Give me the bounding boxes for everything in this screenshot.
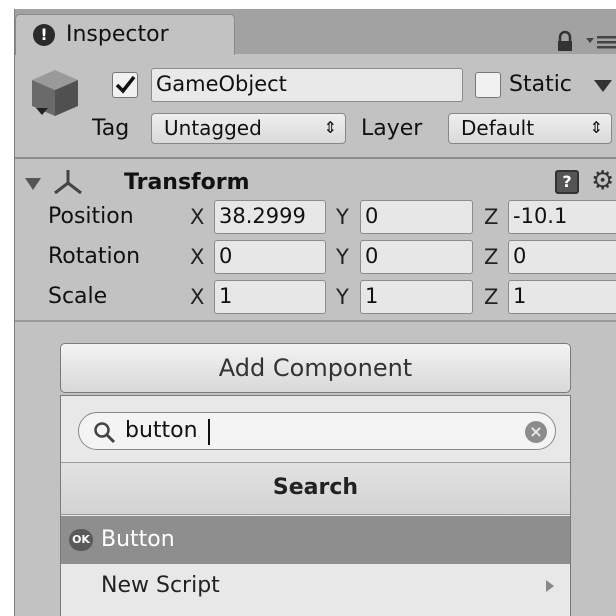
list-item-new-script[interactable]: New Script <box>61 564 570 608</box>
layer-dropdown[interactable]: Default ⇕ <box>448 113 612 144</box>
transform-row-scale: Scale X 1 Y 1 Z 1 <box>0 280 616 314</box>
axis-y-label[interactable]: Y <box>336 282 349 312</box>
help-book-icon[interactable]: ? <box>555 170 579 194</box>
axis-z-label[interactable]: Z <box>484 202 498 232</box>
section-divider <box>15 157 616 159</box>
menu-icon[interactable] <box>584 34 616 50</box>
layer-value: Default <box>461 116 535 140</box>
static-checkbox[interactable] <box>475 72 501 98</box>
scale-x-input[interactable]: 1 <box>214 280 326 314</box>
row-label: Rotation <box>48 244 141 269</box>
ok-button-icon: OK <box>69 529 93 551</box>
clear-icon[interactable]: × <box>525 421 547 443</box>
add-component-button[interactable]: Add Component <box>60 343 571 393</box>
triangle-down-icon[interactable] <box>24 176 42 190</box>
object-name-input[interactable]: GameObject <box>151 68 463 102</box>
search-header-label: Search <box>272 475 359 500</box>
updown-icon: ⇕ <box>323 118 337 137</box>
row-label: Scale <box>48 284 108 309</box>
tag-dropdown[interactable]: Untagged ⇕ <box>151 113 346 144</box>
scale-z-input[interactable]: 1 <box>508 280 616 314</box>
tag-value: Untagged <box>164 116 262 140</box>
info-icon: ! <box>33 24 55 46</box>
position-y-input[interactable]: 0 <box>360 200 473 234</box>
add-component-label: Add Component <box>218 354 413 382</box>
axis-z-label[interactable]: Z <box>484 242 498 272</box>
axis-z-label[interactable]: Z <box>484 282 498 312</box>
layer-label: Layer <box>361 116 423 141</box>
static-label[interactable]: Static <box>509 70 572 100</box>
list-item-label: New Script <box>101 573 220 598</box>
axis-x-label[interactable]: X <box>190 202 204 232</box>
transform-title: Transform <box>124 170 250 195</box>
list-item-label: Button <box>101 527 175 552</box>
scale-y-input[interactable]: 1 <box>360 280 473 314</box>
text-cursor <box>208 419 210 445</box>
gear-icon[interactable]: ⚙ <box>591 167 614 195</box>
tab-inspector[interactable]: ! Inspector <box>15 14 235 55</box>
position-z-input[interactable]: -10.1 <box>508 200 616 234</box>
search-input-text[interactable]: button <box>125 415 198 447</box>
axis-y-label[interactable]: Y <box>336 202 349 232</box>
row-label: Position <box>48 204 134 229</box>
search-header: Search <box>61 463 570 515</box>
active-checkbox[interactable] <box>112 72 138 98</box>
transform-row-rotation: Rotation X 0 Y 0 Z 0 <box>0 240 616 274</box>
axis-x-label[interactable]: X <box>190 242 204 272</box>
rotation-z-input[interactable]: 0 <box>508 240 616 274</box>
updown-icon: ⇕ <box>589 118 603 137</box>
rotation-x-input[interactable]: 0 <box>214 240 326 274</box>
axis-x-label[interactable]: X <box>190 282 204 312</box>
transform-row-position: Position X 38.2999 Y 0 Z -10.1 <box>0 200 616 234</box>
arrow-right-icon <box>544 578 556 592</box>
search-icon <box>93 421 117 445</box>
transform-axes-icon <box>52 168 84 196</box>
lock-icon[interactable] <box>553 30 577 52</box>
cube-icon <box>26 64 84 122</box>
axis-y-label[interactable]: Y <box>336 242 349 272</box>
tag-label: Tag <box>92 116 130 141</box>
component-search-field[interactable]: button × <box>78 412 556 450</box>
position-x-input[interactable]: 38.2999 <box>214 200 326 234</box>
rotation-y-input[interactable]: 0 <box>360 240 473 274</box>
tab-title: Inspector <box>66 22 169 47</box>
section-divider <box>15 320 616 322</box>
static-dropdown-icon[interactable] <box>593 78 613 92</box>
list-item-button[interactable]: OK Button <box>61 516 570 564</box>
